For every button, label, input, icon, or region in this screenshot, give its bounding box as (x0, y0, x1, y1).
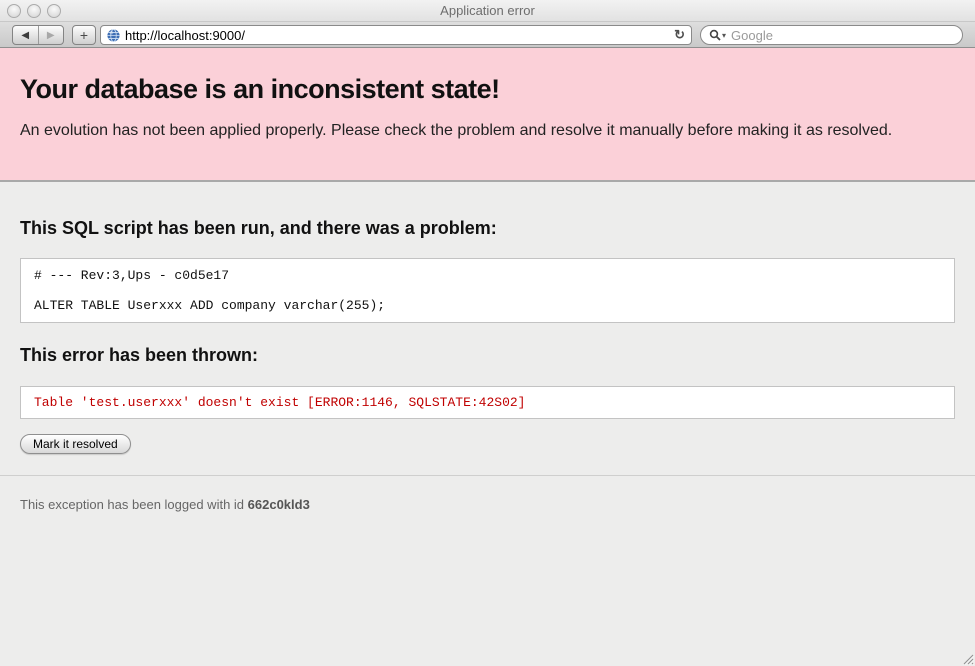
back-icon: ◀ (21, 30, 29, 41)
plus-icon: + (80, 27, 88, 43)
error-message-box: Table 'test.userxxx' doesn't exist [ERRO… (20, 386, 955, 419)
mark-resolved-button[interactable]: Mark it resolved (20, 434, 131, 454)
exception-id: 662c0kld3 (248, 497, 310, 512)
search-bar[interactable]: ▾ (700, 25, 963, 45)
window-title: Application error (0, 3, 975, 18)
page-content: Your database is an inconsistent state! … (0, 48, 975, 666)
browser-toolbar: ◀ ▶ + ↻ ▾ (0, 22, 975, 48)
search-icon: ▾ (709, 29, 726, 41)
address-bar[interactable]: ↻ (100, 25, 692, 45)
error-details: This SQL script has been run, and there … (0, 218, 975, 454)
forward-button[interactable]: ▶ (38, 26, 64, 44)
globe-icon (107, 29, 120, 42)
exception-footer: This exception has been logged with id 6… (0, 475, 975, 533)
error-heading: This error has been thrown: (20, 345, 955, 366)
banner-message: An evolution has not been applied proper… (20, 122, 955, 140)
nav-buttons: ◀ ▶ (12, 25, 64, 45)
script-heading: This SQL script has been run, and there … (20, 218, 955, 239)
error-banner: Your database is an inconsistent state! … (0, 48, 975, 182)
reload-icon[interactable]: ↻ (668, 27, 685, 43)
back-button[interactable]: ◀ (13, 26, 38, 44)
url-input[interactable] (125, 27, 668, 43)
sql-script-box: # --- Rev:3,Ups - c0d5e17 ALTER TABLE Us… (20, 258, 955, 323)
new-tab-button[interactable]: + (72, 25, 96, 45)
footer-text: This exception has been logged with id (20, 497, 248, 512)
resize-grip-icon[interactable] (960, 651, 974, 665)
titlebar: Application error (0, 0, 975, 22)
chevron-down-icon: ▾ (722, 31, 726, 40)
forward-icon: ▶ (47, 30, 55, 41)
search-input[interactable] (731, 27, 954, 43)
page-title: Your database is an inconsistent state! (20, 74, 955, 105)
